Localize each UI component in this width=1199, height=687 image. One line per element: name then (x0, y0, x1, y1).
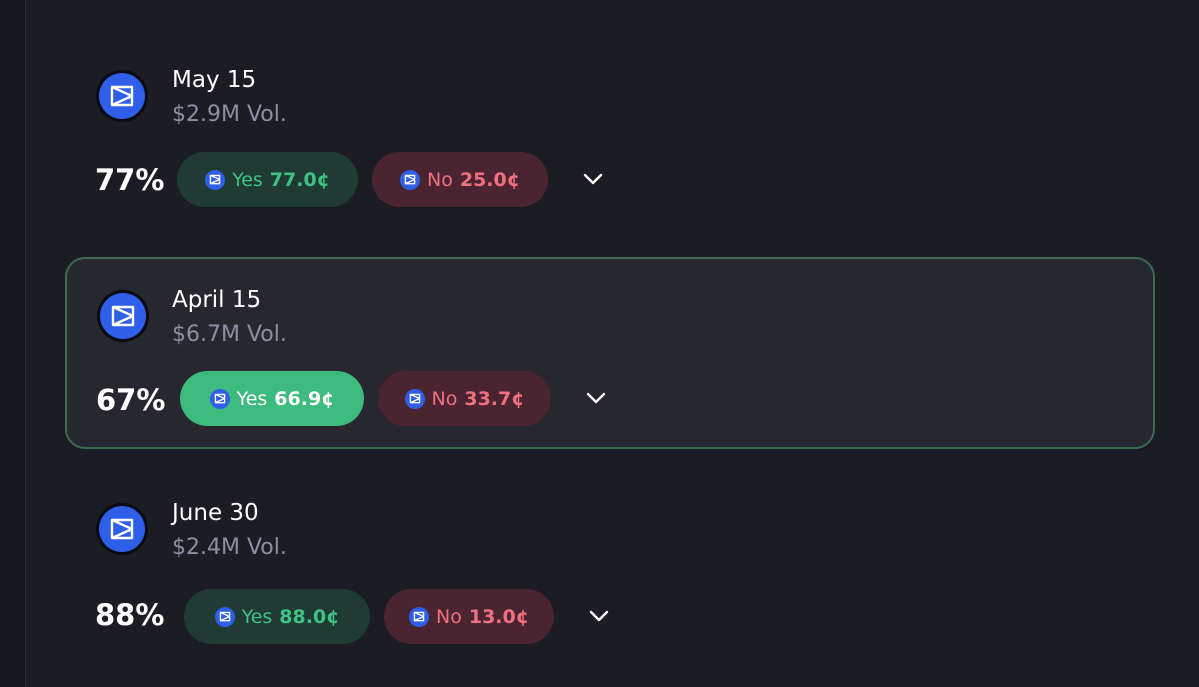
buy-no-button[interactable]: No 13.0¢ (384, 589, 554, 644)
yes-label: Yes (232, 168, 263, 191)
market-probability: 67% (96, 383, 166, 417)
token-icon (400, 169, 421, 190)
token-icon (214, 606, 235, 627)
market-logo-icon (96, 503, 148, 555)
buy-no-button[interactable]: No 33.7¢ (378, 371, 551, 426)
market-title: May 15 (172, 67, 257, 93)
chevron-down-icon[interactable] (588, 607, 610, 625)
market-row-april-15[interactable]: April 15 $6.7M Vol. 67% Yes 66.9¢ No 33.… (65, 257, 1155, 449)
token-icon (205, 169, 226, 190)
market-logo-icon (97, 290, 149, 342)
market-title: April 15 (172, 287, 262, 313)
market-probability: 88% (95, 598, 165, 632)
no-label: No (427, 168, 453, 191)
no-label: No (431, 387, 458, 410)
no-price: 13.0¢ (468, 605, 529, 628)
market-volume: $6.7M Vol. (172, 322, 287, 347)
no-label: No (436, 605, 462, 628)
market-logo-icon (96, 70, 148, 122)
left-sidebar-edge (0, 0, 26, 687)
yes-price: 66.9¢ (274, 387, 335, 410)
yes-price: 88.0¢ (279, 605, 340, 628)
token-icon (209, 388, 230, 409)
yes-label: Yes (236, 387, 268, 410)
token-icon (409, 606, 430, 627)
buy-yes-button[interactable]: Yes 77.0¢ (177, 152, 358, 207)
buy-yes-button[interactable]: Yes 66.9¢ (180, 371, 364, 426)
buy-yes-button[interactable]: Yes 88.0¢ (184, 589, 370, 644)
market-title: June 30 (172, 500, 259, 526)
market-volume: $2.4M Vol. (172, 535, 287, 560)
market-row-june-30[interactable]: June 30 $2.4M Vol. 88% Yes 88.0¢ No 13.0… (65, 488, 1155, 680)
chevron-down-icon[interactable] (585, 389, 607, 407)
yes-price: 77.0¢ (269, 168, 330, 191)
no-price: 25.0¢ (459, 168, 520, 191)
chevron-down-icon[interactable] (582, 170, 604, 188)
token-icon (404, 388, 425, 409)
no-price: 33.7¢ (464, 387, 525, 410)
market-row-may-15[interactable]: May 15 $2.9M Vol. 77% Yes 77.0¢ No 25.0¢ (65, 55, 1155, 247)
buy-no-button[interactable]: No 25.0¢ (372, 152, 548, 207)
yes-label: Yes (241, 605, 273, 628)
market-probability: 77% (95, 163, 165, 197)
market-volume: $2.9M Vol. (172, 102, 287, 127)
